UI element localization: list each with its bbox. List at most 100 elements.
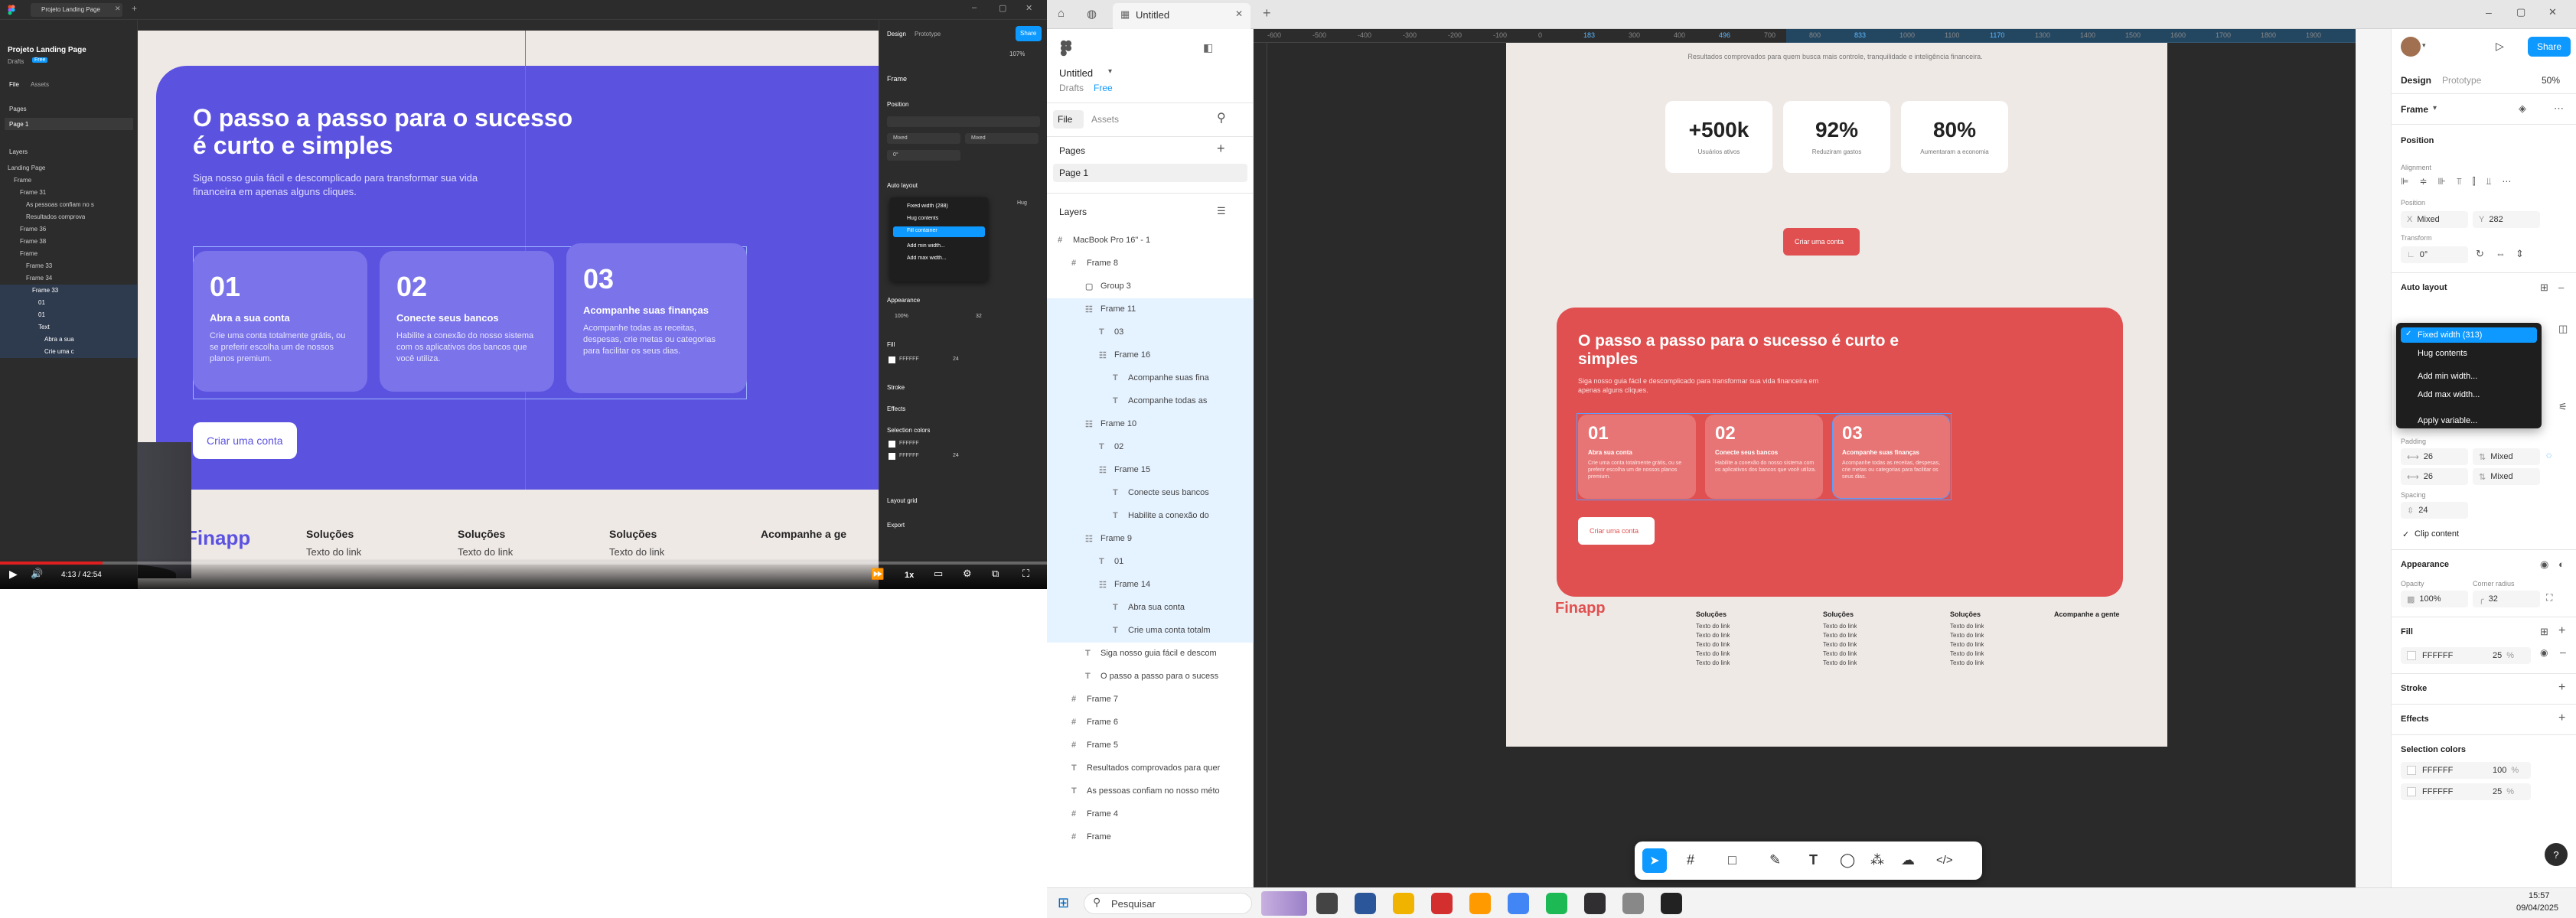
video-layer-row[interactable]: 01 — [0, 309, 138, 321]
add-effect-icon[interactable]: + — [2558, 711, 2565, 725]
video-footer-link[interactable]: Texto do link — [306, 546, 361, 558]
cloud-icon[interactable]: ☁ — [1901, 852, 1915, 868]
video-layer-row[interactable]: Frame 33 — [0, 285, 138, 297]
layer-row[interactable]: # MacBook Pro 16" - 1 — [1047, 230, 1254, 252]
fill-visibility-icon[interactable]: ◉ — [2540, 647, 2548, 658]
remove-fill-icon[interactable]: – — [2560, 646, 2566, 658]
footer-link[interactable]: Texto do link — [1950, 650, 1984, 657]
video-win-close-icon[interactable]: ✕ — [1026, 3, 1032, 13]
video-layer-row[interactable]: Frame — [0, 248, 138, 260]
figma-app-icon[interactable] — [1661, 893, 1682, 914]
autolayout-adv-icon[interactable]: ⚟ — [2558, 401, 2568, 413]
component-icon[interactable]: ◈ — [2519, 103, 2526, 115]
video-prototype-tab[interactable]: Prototype — [915, 31, 941, 37]
chrome-icon[interactable] — [1508, 893, 1529, 914]
clip-content-label[interactable]: Clip content — [2415, 529, 2459, 539]
footer-link[interactable]: Texto do link — [1823, 641, 1857, 648]
video-sel1-swatch[interactable] — [889, 441, 895, 448]
pen-tool-icon[interactable]: ✎ — [1769, 852, 1781, 868]
video-progress-track[interactable] — [0, 562, 1047, 565]
actions-tool-icon[interactable]: ⁂ — [1870, 852, 1884, 868]
video-dropdown-item[interactable]: Fixed width (288) — [893, 202, 985, 213]
app-icon[interactable] — [1622, 893, 1644, 914]
file-explorer-icon[interactable] — [1393, 893, 1414, 914]
video-layer-row[interactable]: Frame 36 — [0, 223, 138, 236]
layer-row[interactable]: ☷ Frame 15 — [1047, 459, 1254, 482]
video-zoom[interactable]: 107% — [1009, 50, 1025, 57]
video-layer-row[interactable]: Frame 33 — [0, 260, 138, 272]
layer-row[interactable]: T Siga nosso guia fácil e descom — [1047, 643, 1254, 666]
autoplay-icon[interactable]: ⏩ — [871, 568, 884, 581]
prototype-tab[interactable]: Prototype — [2442, 75, 2481, 86]
figma-file-tab[interactable] — [1113, 3, 1251, 29]
add-page-icon[interactable]: + — [1217, 141, 1225, 157]
dev-mode-icon[interactable]: </> — [1936, 854, 1953, 867]
win-max-icon[interactable]: ▢ — [2516, 6, 2525, 18]
layer-row[interactable]: ☷ Frame 9 — [1047, 528, 1254, 551]
rotate-icon[interactable]: ↻ — [2476, 248, 2484, 260]
layer-row[interactable]: T O passo a passo para o sucess — [1047, 666, 1254, 688]
file-name-chevron-icon[interactable]: ▾ — [1108, 67, 1112, 76]
more-icon[interactable]: ⋯ — [2554, 103, 2564, 115]
layer-row[interactable]: # Frame 4 — [1047, 803, 1254, 826]
fullscreen-icon[interactable]: ⛶ — [1022, 568, 1029, 580]
layer-row[interactable]: ☷ Frame 14 — [1047, 574, 1254, 597]
fill-styles-icon[interactable]: ⊞ — [2540, 626, 2548, 638]
layer-row[interactable]: ☷ Frame 16 — [1047, 344, 1254, 367]
taskbar-widget-icon[interactable] — [1261, 891, 1307, 916]
padding-h-field[interactable]: ⟷ 26 — [2401, 448, 2468, 465]
windows-start-icon[interactable]: ⊞ — [1058, 895, 1069, 911]
padding-link-icon[interactable]: ◌ — [2546, 450, 2552, 461]
video-layer-row[interactable]: Frame 38 — [0, 236, 138, 248]
settings-icon[interactable]: ⚙ — [963, 568, 972, 580]
align-center-icon[interactable]: ≑ — [2419, 176, 2427, 193]
layer-row[interactable]: ☷ Frame 11 — [1047, 298, 1254, 321]
video-fill-swatch[interactable] — [889, 356, 895, 363]
footer-link[interactable]: Texto do link — [1823, 632, 1857, 639]
sel-color-2[interactable]: FFFFFF 25% — [2401, 783, 2531, 800]
dropdown-item[interactable]: Apply variable... — [2401, 413, 2537, 428]
video-win-max-icon[interactable]: ▢ — [999, 3, 1006, 13]
play-icon[interactable]: ▶ — [9, 568, 18, 581]
footer-link[interactable]: Texto do link — [1950, 632, 1984, 639]
video-stroke-label[interactable]: Stroke — [887, 384, 905, 391]
padding-h2-field[interactable]: ⟷ 26 — [2401, 468, 2468, 485]
miniplayer-icon[interactable]: ⧉ — [992, 568, 999, 580]
layer-row[interactable]: T As pessoas confiam no nosso méto — [1047, 780, 1254, 803]
avatar-chevron-icon[interactable]: ▾ — [2422, 41, 2426, 50]
layer-row[interactable]: T Habilite a conexão do — [1047, 505, 1254, 528]
video-dropdown-item[interactable]: Fill container — [893, 226, 985, 237]
tab-close-icon[interactable]: ✕ — [1235, 8, 1243, 19]
video-layer-row[interactable]: Frame 34 — [0, 272, 138, 285]
video-export-label[interactable]: Export — [887, 522, 905, 529]
sel-color-1[interactable]: FFFFFF 100% — [2401, 762, 2531, 779]
zoom-level[interactable]: 50% — [2542, 75, 2560, 86]
add-stroke-icon[interactable]: + — [2558, 681, 2565, 695]
footer-link[interactable]: Texto do link — [1950, 659, 1984, 666]
footer-link[interactable]: Texto do link — [1696, 623, 1730, 630]
layer-row[interactable]: # Frame 5 — [1047, 734, 1254, 757]
layer-row[interactable]: T Acompanhe todas as — [1047, 390, 1254, 413]
flip-h-icon[interactable]: ⇔ — [2496, 248, 2506, 259]
design-tab[interactable]: Design — [2401, 75, 2431, 86]
video-player[interactable]: Projeto Landing Page ✕ + – ▢ ✕ Projeto L… — [0, 0, 1047, 589]
y-field[interactable]: Y 282 — [2473, 211, 2540, 228]
video-tab-assets[interactable]: Assets — [31, 81, 49, 88]
globe-icon[interactable]: ◍ — [1087, 7, 1097, 21]
help-button[interactable]: ? — [2545, 843, 2568, 866]
dropdown-item[interactable]: Hug contents — [2401, 346, 2537, 361]
layer-row[interactable]: T Acompanhe suas fina — [1047, 367, 1254, 390]
distribute-icon[interactable]: ⋯ — [2502, 176, 2511, 193]
video-layer-row[interactable]: Resultados comprova — [0, 211, 138, 223]
clip-check-icon[interactable]: ✓ — [2402, 529, 2409, 539]
layer-row[interactable]: ▢ Group 3 — [1047, 275, 1254, 298]
video-dropdown-item[interactable]: Add min width... — [893, 242, 985, 252]
layer-row[interactable]: # Frame 8 — [1047, 252, 1254, 275]
search-icon[interactable]: ⚲ — [1217, 110, 1226, 125]
autolayout-settings-icon[interactable]: ◫ — [2558, 323, 2568, 335]
dropdown-item[interactable]: Add max width... — [2401, 387, 2537, 402]
text-tool-icon[interactable]: T — [1809, 852, 1818, 868]
video-layer-row[interactable]: 01 — [0, 297, 138, 309]
blend-icon[interactable]: ◐ — [2558, 558, 2565, 570]
opacity-field[interactable]: ▩ 100% — [2401, 591, 2468, 607]
